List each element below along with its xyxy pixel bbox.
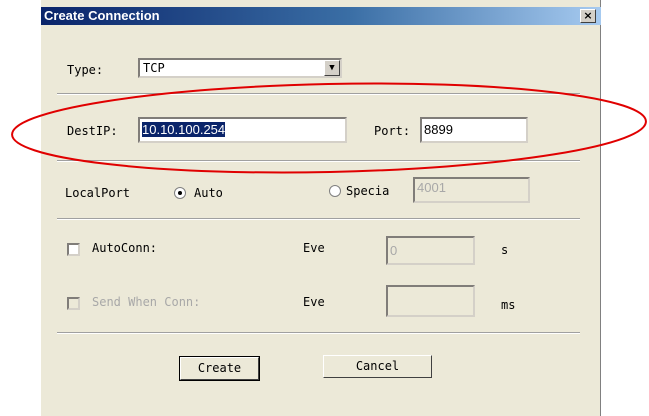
auto-radio-label[interactable]: Auto — [194, 186, 223, 200]
dialog-title: Create Connection — [44, 8, 160, 23]
create-connection-dialog: Create Connection × Type: TCP ▼ DestIP: … — [40, 0, 601, 416]
autoconn-every-label: Eve — [303, 241, 325, 255]
special-port-value: 4001 — [417, 180, 446, 195]
autoconn-checkbox[interactable] — [67, 243, 80, 256]
autoconn-unit: s — [501, 243, 509, 257]
destip-label: DestIP: — [67, 124, 118, 138]
type-label: Type: — [67, 63, 104, 77]
destip-value: 10.10.100.254 — [142, 122, 226, 137]
separator — [57, 93, 580, 95]
destip-input[interactable]: 10.10.100.254 — [138, 117, 347, 143]
send-unit: ms — [501, 298, 516, 312]
cancel-button[interactable]: Cancel — [323, 355, 432, 378]
type-select[interactable]: TCP ▼ — [138, 58, 342, 78]
autoconn-interval-value: 0 — [390, 243, 398, 258]
close-button[interactable]: × — [580, 9, 596, 23]
port-value: 8899 — [424, 122, 453, 137]
chevron-down-icon[interactable]: ▼ — [324, 60, 340, 76]
separator — [57, 160, 580, 162]
send-every-label: Eve — [303, 295, 325, 309]
autoconn-interval-input: 0 — [386, 236, 475, 265]
autoconn-label[interactable]: AutoConn: — [92, 241, 157, 255]
close-icon: × — [583, 9, 593, 22]
send-when-conn-label: Send When Conn: — [92, 295, 201, 309]
type-select-value: TCP — [143, 61, 165, 75]
auto-radio[interactable] — [174, 187, 186, 199]
special-port-input: 4001 — [413, 177, 530, 203]
separator — [57, 218, 580, 220]
radio-selected-dot — [178, 191, 182, 195]
send-interval-input — [386, 285, 475, 317]
port-label: Port: — [374, 124, 411, 138]
create-button[interactable]: Create — [179, 356, 260, 381]
special-radio[interactable] — [329, 185, 341, 197]
port-input[interactable]: 8899 — [420, 117, 528, 143]
special-radio-label[interactable]: Specia — [346, 184, 389, 198]
separator — [57, 332, 580, 334]
title-bar[interactable]: Create Connection × — [41, 7, 601, 25]
send-when-conn-checkbox — [67, 297, 80, 310]
localport-label: LocalPort — [65, 186, 131, 200]
